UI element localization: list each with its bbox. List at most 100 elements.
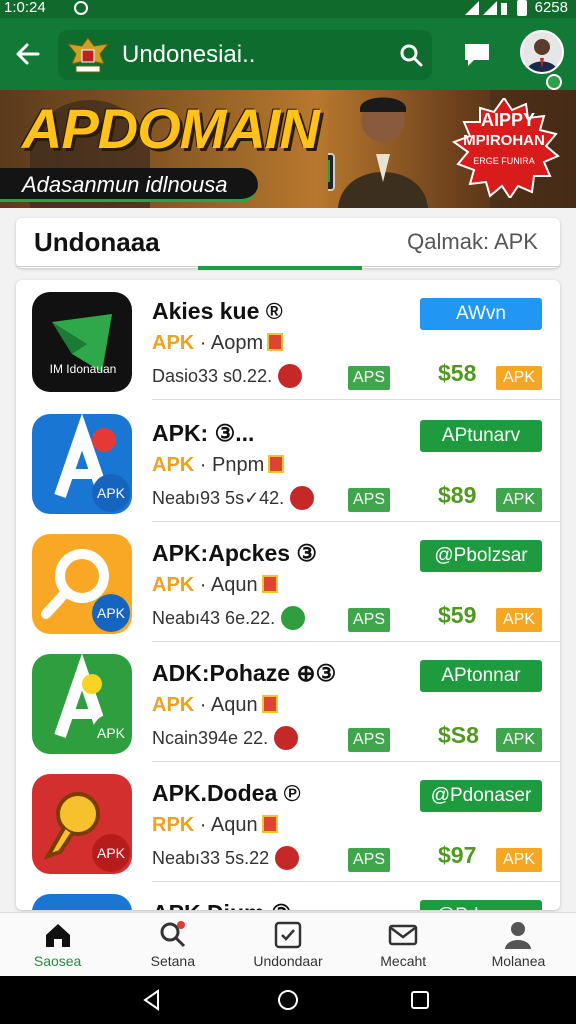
app-icon-badge: APK xyxy=(92,834,130,872)
home-icon xyxy=(45,924,70,947)
apk-tag[interactable]: APK xyxy=(496,728,542,752)
install-button[interactable]: @Pbolzsar xyxy=(420,540,542,572)
app-icon[interactable]: APK xyxy=(32,414,132,514)
apk-label: APK xyxy=(152,694,195,716)
app-meta-text: · Aopm xyxy=(194,332,264,354)
nav-item-profile[interactable]: Molanea xyxy=(461,913,576,976)
system-recents-icon[interactable] xyxy=(408,988,432,1012)
nav-item-home[interactable]: Saosea xyxy=(0,913,115,976)
app-icon[interactable]: IM Idonauan xyxy=(32,292,132,392)
install-button[interactable]: @Pdonaser xyxy=(420,780,542,812)
search-icon[interactable] xyxy=(398,42,424,68)
app-meta: APK · Aqun xyxy=(152,694,278,717)
app-name[interactable]: APK Dium ③ xyxy=(152,900,291,910)
system-navigation-bar xyxy=(0,976,576,1024)
nav-label-updates: Undondaar xyxy=(253,953,323,969)
app-icon-badge: APK xyxy=(92,594,130,632)
apk-tag[interactable]: APK xyxy=(496,848,542,872)
list-item[interactable]: APK APK: ③... APK · Pnpm Neabı93 5s✓42. … xyxy=(16,402,560,522)
apk-label: RPK xyxy=(152,814,195,836)
garuda-emblem-icon xyxy=(66,37,110,73)
install-button[interactable]: APtonnar xyxy=(420,660,542,692)
search-bar[interactable]: Undonesiai.. xyxy=(58,30,432,80)
banner-person-image xyxy=(328,97,428,208)
promo-banner[interactable]: APDOMAIN Adasanmun idlnousa AIPPY MPIROH… xyxy=(0,90,576,208)
app-price: $89 xyxy=(438,482,477,508)
app-meta-text: · Aqun xyxy=(194,574,258,596)
app-details: Neabı93 5s✓42. xyxy=(152,486,315,510)
system-home-icon[interactable] xyxy=(276,988,300,1012)
seal-text-3: ERGE FUNIRA xyxy=(473,156,535,166)
app-icon[interactable] xyxy=(32,894,132,910)
badge-circle-icon xyxy=(281,606,306,630)
chat-icon[interactable] xyxy=(462,40,492,70)
app-name[interactable]: APK: ③... xyxy=(152,420,254,447)
bottom-navigation: Saosea Setana Undondaar Mecaht Molanea xyxy=(0,912,576,976)
app-details-text: Dasio33 s0.22. xyxy=(152,366,273,386)
status-time: 1:0:24 xyxy=(4,0,46,16)
nav-label-profile: Molanea xyxy=(491,953,546,969)
app-details: Ncain394e 22. xyxy=(152,726,299,750)
app-name[interactable]: APK.Dodea ℗ xyxy=(152,780,301,807)
app-name[interactable]: APK:Apckes ③ xyxy=(152,540,317,567)
checkbox-icon xyxy=(274,921,302,949)
battery-icon xyxy=(516,0,527,16)
banner-subtitle-bar: Adasanmun idlnousa xyxy=(0,168,258,202)
flag-icon xyxy=(261,575,278,593)
badge-circle-icon xyxy=(290,486,315,510)
nav-item-messages[interactable]: Mecaht xyxy=(346,913,461,976)
app-icon[interactable]: APK xyxy=(32,654,132,754)
flag-icon xyxy=(267,333,284,351)
flag-icon xyxy=(268,455,285,473)
avatar[interactable] xyxy=(520,30,564,74)
status-bar: 1:0:24 6258 xyxy=(0,0,576,18)
list-item[interactable]: APK APK:Apckes ③ APK · Aqun Neabı43 6e.2… xyxy=(16,522,560,642)
list-item[interactable]: IM Idonauan Akies kue ® APK · Aopm Dasio… xyxy=(16,280,560,400)
search-icon xyxy=(160,921,185,948)
app-name[interactable]: ADK:Pohaze ⊕③ xyxy=(152,660,336,687)
install-button[interactable]: APtunarv xyxy=(420,420,542,452)
nav-item-updates[interactable]: Undondaar xyxy=(230,913,345,976)
list-item[interactable]: APK Dium ③ @Pdonasr xyxy=(16,882,560,910)
app-meta-text: · Aqun xyxy=(194,814,258,836)
list-item[interactable]: APK ADK:Pohaze ⊕③ APK · Aqun Ncain394e 2… xyxy=(16,642,560,762)
nav-item-search[interactable]: Setana xyxy=(115,913,230,976)
app-icon-badge: IM Idonauan xyxy=(49,362,117,376)
search-input[interactable]: Undonesiai.. xyxy=(122,30,255,80)
app-details: Neabı43 6e.22. xyxy=(152,606,306,630)
back-arrow-icon[interactable] xyxy=(12,38,44,70)
aps-tag: APS xyxy=(348,608,390,632)
aps-tag: APS xyxy=(348,848,390,872)
apk-label: APK xyxy=(152,454,195,476)
app-price: $S8 xyxy=(438,722,479,748)
install-button[interactable]: @Pdonasr xyxy=(420,900,542,910)
apk-label: APK xyxy=(152,332,195,354)
app-meta: APK · Aopm xyxy=(152,332,284,355)
active-tab-indicator xyxy=(198,266,362,270)
app-bar: Undonesiai.. xyxy=(0,18,576,90)
app-meta-text: · Aqun xyxy=(194,694,258,716)
aps-tag: APS xyxy=(348,488,390,512)
app-logo-icon xyxy=(32,894,132,910)
apk-tag[interactable]: APK xyxy=(496,366,542,390)
app-icon[interactable]: APK xyxy=(32,534,132,634)
app-meta: APK · Pnpm xyxy=(152,454,285,477)
app-name[interactable]: Akies kue ® xyxy=(152,298,283,325)
apk-tag[interactable]: APK xyxy=(496,488,542,512)
app-icon[interactable]: APK xyxy=(32,774,132,874)
app-meta-text: · Pnpm xyxy=(194,454,265,476)
install-button[interactable]: AWvn xyxy=(420,298,542,330)
nav-label-search: Setana xyxy=(150,953,195,969)
app-list: IM Idonauan Akies kue ® APK · Aopm Dasio… xyxy=(16,280,560,910)
app-details-text: Neabı43 6e.22. xyxy=(152,608,276,628)
list-item[interactable]: APK APK.Dodea ℗ RPK · Aqun Neabı33 5s.22… xyxy=(16,762,560,882)
system-back-icon[interactable] xyxy=(140,988,164,1012)
apk-tag[interactable]: APK xyxy=(496,608,542,632)
person-icon xyxy=(505,922,532,949)
nav-label-home: Saosea xyxy=(33,953,82,969)
section-filter-link[interactable]: Qalmak: APK xyxy=(407,218,538,266)
app-price: $58 xyxy=(438,360,477,386)
aps-tag: APS xyxy=(348,366,390,390)
row-divider xyxy=(152,399,560,400)
seal-text-2: MPIROHAN xyxy=(463,132,545,149)
